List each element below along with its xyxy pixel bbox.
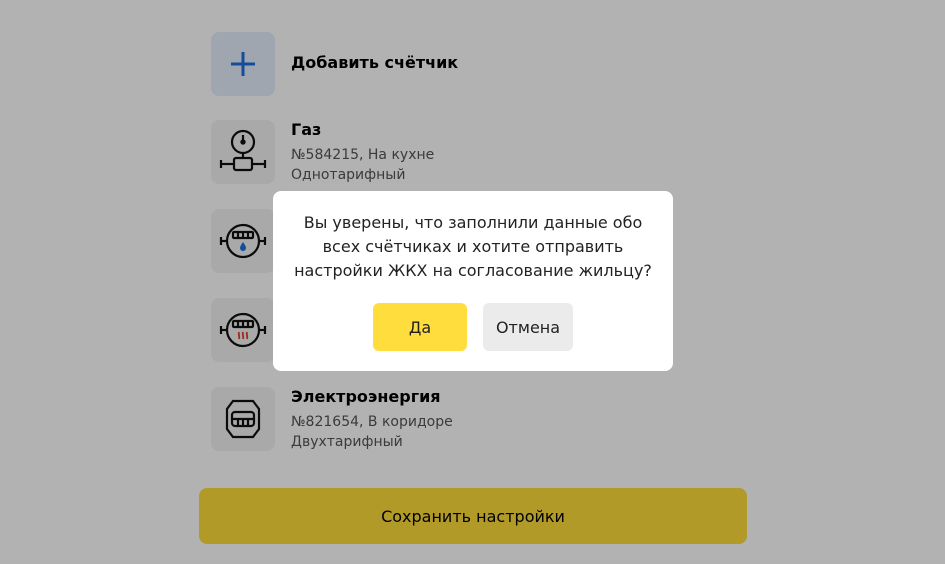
dialog-message: Вы уверены, что заполнили данные обо все… <box>294 213 652 280</box>
confirm-button[interactable]: Да <box>373 303 467 351</box>
confirm-dialog: Вы уверены, что заполнили данные обо все… <box>273 191 673 371</box>
cancel-button[interactable]: Отмена <box>483 303 573 351</box>
